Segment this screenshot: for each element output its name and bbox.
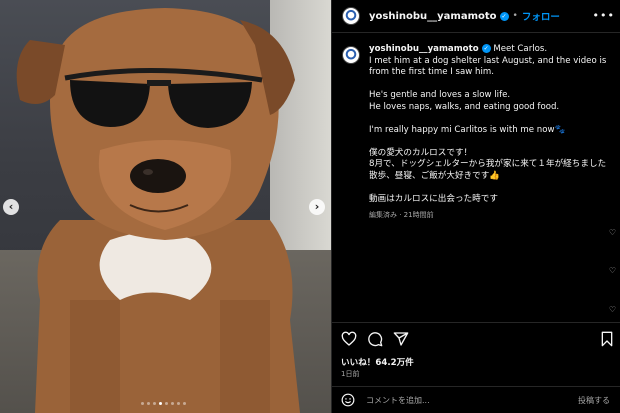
caption-first-line: yoshinobu__yamamoto ✓ Meet Carlos. (369, 44, 615, 56)
carousel-dot (153, 402, 156, 405)
caption-avatar[interactable] (342, 46, 360, 64)
caption-gap (369, 182, 615, 194)
post-sidebar: yoshinobu__yamamoto ✓ • フォロー ••• yoshino… (331, 0, 620, 413)
carousel-dot (183, 402, 186, 405)
carousel-dot (177, 402, 180, 405)
comment-input[interactable] (366, 395, 578, 405)
caption-line: He's gentle and loves a slow life. (369, 90, 511, 100)
comment-like-heart-icon[interactable]: ♡ (609, 266, 616, 275)
caption-gap (369, 79, 615, 91)
header-username[interactable]: yoshinobu__yamamoto (369, 11, 497, 22)
carousel-dots (141, 402, 186, 405)
follow-button[interactable]: フォロー (522, 9, 560, 23)
carousel-dot (147, 402, 150, 405)
comment-like-heart-icon[interactable]: ♡ (609, 228, 616, 237)
comment-icon[interactable] (367, 331, 383, 347)
caption-gap (369, 136, 615, 148)
avatar[interactable] (342, 7, 360, 25)
caption-line: He loves naps, walks, and eating good fo… (369, 101, 560, 112)
caption-line: 僕の愛犬のカルロスです！ (369, 147, 473, 158)
post-media[interactable]: ‹ › (0, 0, 331, 413)
likes-count[interactable]: いいね！64.2万件 (341, 356, 414, 368)
caption-line: I met him at a dog shelter last August, … (369, 55, 607, 78)
caption-meta: 編集済み · 21時間前 (369, 211, 434, 219)
post-comment-button[interactable]: 投稿する (578, 395, 610, 406)
caption-body: yoshinobu__yamamoto ✓ Meet Carlos. I met … (369, 44, 615, 222)
carousel-dot (141, 402, 144, 405)
more-options-icon[interactable]: ••• (593, 9, 615, 22)
separator-dot: • (512, 11, 518, 21)
caption-username[interactable]: yoshinobu__yamamoto (369, 44, 479, 54)
share-icon[interactable] (393, 331, 409, 347)
bookmark-icon[interactable] (599, 331, 615, 347)
caption-line: Meet Carlos. (493, 44, 548, 54)
previous-slide-button[interactable]: ‹ (3, 199, 19, 215)
action-icons (341, 331, 409, 347)
verified-badge-icon: ✓ (499, 11, 509, 21)
caption-line: 8月で、ドッグシェルターから我が家に来て１年が経ちました (369, 159, 607, 169)
carousel-dot (165, 402, 168, 405)
carousel-dot (159, 402, 162, 405)
carousel-dot (171, 402, 174, 405)
post-timestamp[interactable]: 1日前 (341, 369, 359, 379)
caption-line: 散歩、昼寝、ご飯が大好きです👍 (369, 170, 501, 181)
dog-photo (16, 8, 300, 413)
post-header: yoshinobu__yamamoto ✓ • フォロー ••• (332, 0, 620, 33)
caption: yoshinobu__yamamoto ✓ Meet Carlos. I met … (342, 44, 617, 222)
caption-gap (369, 113, 615, 125)
verified-badge-icon: ✓ (481, 44, 491, 53)
caption-line: 動画はカルロスに出会った時です (369, 193, 498, 204)
post-modal: ‹ › yoshinobu__yamamoto ✓ • フォロー ••• yos… (0, 0, 620, 413)
next-slide-button[interactable]: › (309, 199, 325, 215)
caption-line: I'm really happy mi Carlitos is with me … (369, 124, 566, 135)
emoji-icon[interactable] (341, 393, 355, 407)
heart-icon[interactable] (341, 331, 357, 347)
comment-bar: 投稿する (332, 386, 620, 413)
comment-like-heart-icon[interactable]: ♡ (609, 305, 616, 314)
